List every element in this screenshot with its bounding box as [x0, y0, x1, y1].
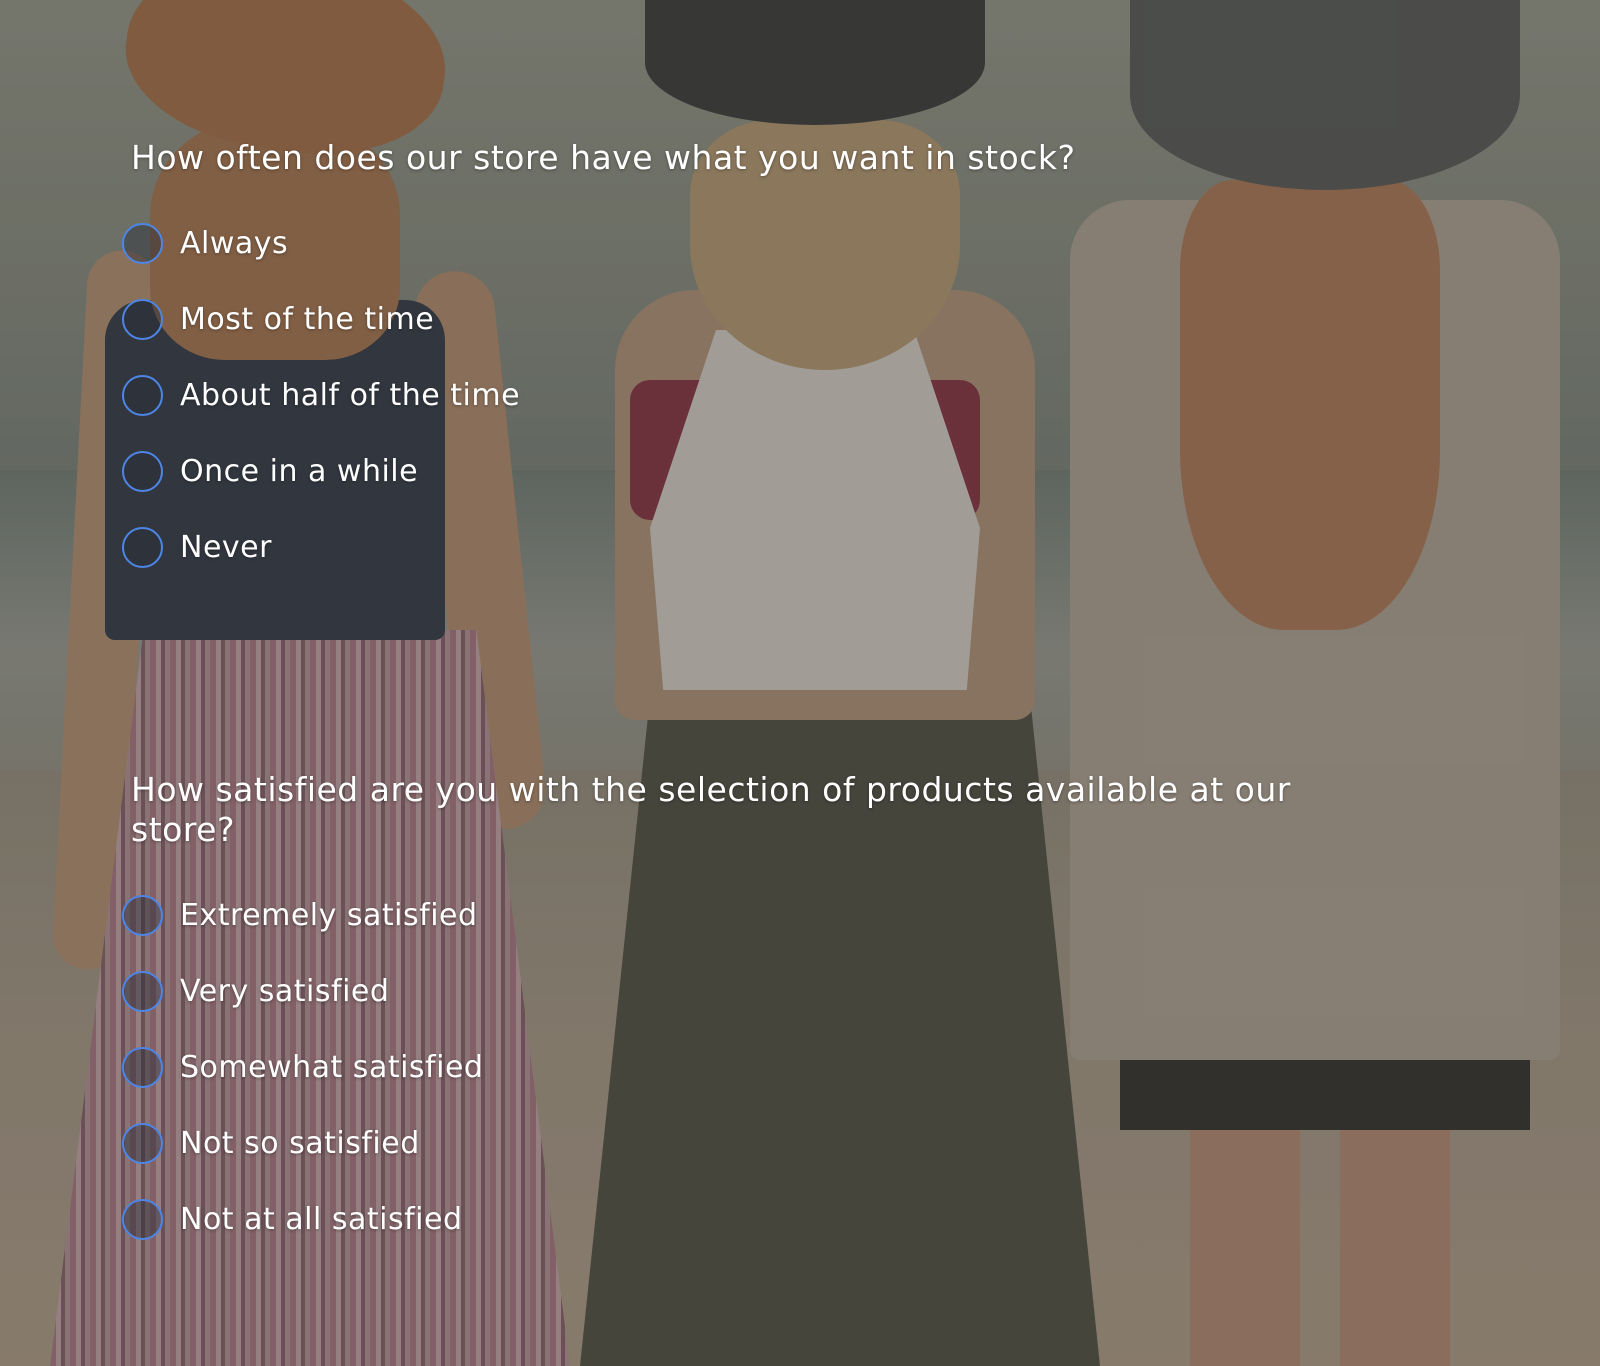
radio-button[interactable]	[122, 1046, 163, 1088]
option-once-in-a-while[interactable]: Once in a while	[122, 450, 520, 492]
answer-options: Extremely satisfied Very satisfied Somew…	[122, 894, 483, 1274]
option-most-of-the-time[interactable]: Most of the time	[122, 298, 520, 340]
option-label: Always	[180, 225, 289, 261]
survey-page: How often does our store have what you w…	[0, 0, 1600, 1366]
option-label: Once in a while	[180, 453, 419, 489]
radio-button[interactable]	[122, 222, 163, 264]
option-label: Somewhat satisfied	[180, 1049, 484, 1085]
option-label: Very satisfied	[180, 973, 390, 1009]
option-label: Extremely satisfied	[180, 897, 478, 933]
radio-button[interactable]	[122, 894, 163, 936]
option-always[interactable]: Always	[122, 222, 520, 264]
question-title: How often does our store have what you w…	[131, 138, 1076, 177]
option-not-so-satisfied[interactable]: Not so satisfied	[122, 1122, 483, 1164]
radio-button[interactable]	[122, 1122, 163, 1164]
option-label: Never	[180, 529, 272, 565]
radio-button[interactable]	[122, 298, 163, 340]
option-label: Not so satisfied	[180, 1125, 420, 1161]
radio-button[interactable]	[122, 374, 163, 416]
radio-button[interactable]	[122, 450, 163, 492]
option-never[interactable]: Never	[122, 526, 520, 568]
radio-button[interactable]	[122, 1198, 163, 1240]
option-not-at-all-satisfied[interactable]: Not at all satisfied	[122, 1198, 483, 1240]
option-extremely-satisfied[interactable]: Extremely satisfied	[122, 894, 483, 936]
answer-options: Always Most of the time About half of th…	[122, 222, 520, 602]
radio-button[interactable]	[122, 970, 163, 1012]
question-title: How satisfied are you with the selection…	[131, 770, 1291, 849]
option-somewhat-satisfied[interactable]: Somewhat satisfied	[122, 1046, 483, 1088]
option-very-satisfied[interactable]: Very satisfied	[122, 970, 483, 1012]
option-label: Most of the time	[180, 301, 435, 337]
option-label: About half of the time	[180, 377, 521, 413]
survey-form: How often does our store have what you w…	[0, 0, 1600, 1366]
option-label: Not at all satisfied	[180, 1201, 463, 1237]
option-about-half-of-the-time[interactable]: About half of the time	[122, 374, 520, 416]
radio-button[interactable]	[122, 526, 163, 568]
